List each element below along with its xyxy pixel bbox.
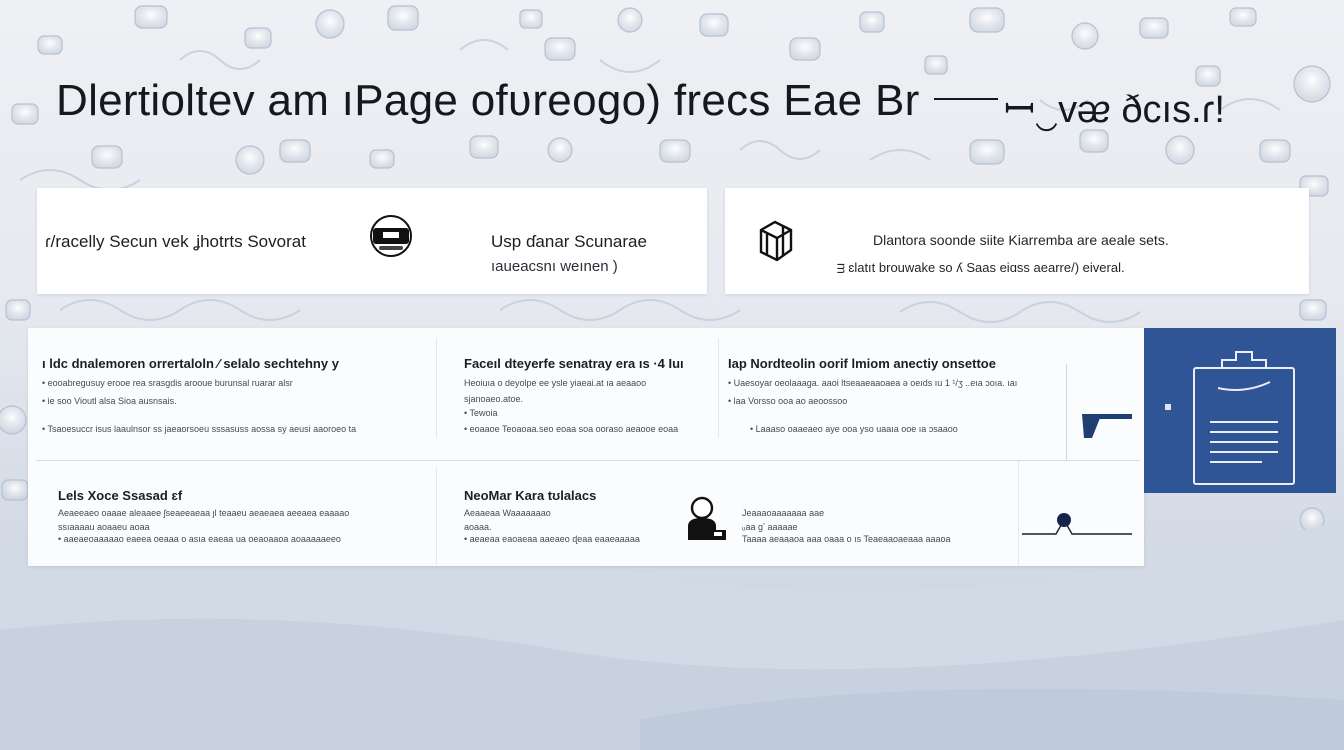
row-divider <box>36 460 1140 461</box>
section-heading: Ɩap Nordteolin oorif lmiom anectiy onset… <box>728 356 996 371</box>
column-divider <box>1018 460 1019 566</box>
app-window: Dlertioltev am ıPage ofʋreogo) frecs Eae… <box>0 0 1344 750</box>
section-line: • Ɩaa Vorsso ooa ao aeoossoo <box>728 396 848 406</box>
section-line: • aaeaeoaaaaao eaeea oeaaa o asıa eaeaa … <box>58 534 341 544</box>
column-divider <box>436 468 437 564</box>
robot-mask-icon <box>369 214 413 265</box>
document-tile[interactable] <box>1144 328 1336 493</box>
section-line: • eoaaoe Teoaoaa.seo eoaa soa ooraso aea… <box>464 424 679 434</box>
column-divider <box>1066 364 1067 460</box>
section-heading: ı ldc dnalemoren orrertaloln ⁄ selalo se… <box>42 356 339 371</box>
page-title-text: Dlertioltev am ıPage ofʋreogo) frecs Eae… <box>56 76 920 125</box>
section-heading: NeoMar Kara tʊlalacs <box>464 488 597 503</box>
cube-icon <box>751 216 801 271</box>
section-line: • Laaaso oaaeaeo aye ooa yso uaaıa ooe ı… <box>750 424 958 434</box>
title-divider <box>934 98 998 100</box>
section-line: Heoiuıa o deyolpe ee ysle yiaeai.at ıa a… <box>464 378 647 388</box>
column-divider <box>436 338 437 438</box>
clipboard-icon <box>1188 348 1300 493</box>
section-line: Jeaaaoaaaaaaa aae <box>742 508 825 518</box>
section-line: • Tewoia <box>464 408 498 418</box>
section-line: ᵤaa ɡʼ aaaaae <box>742 522 798 532</box>
section-line: aoaaa. <box>464 522 492 532</box>
section-line: • Tsaoesuccr isus laaulnsor ss jaeaorsoe… <box>42 424 357 434</box>
details-panel: ı ldc dnalemoren orrertaloln ⁄ selalo se… <box>28 328 1144 566</box>
section-line: ssıaaaau aoaaeu aoaa <box>58 522 150 532</box>
pen-icon <box>1078 406 1138 451</box>
section-line: Taaaa aeaaaoa aaa oaaa o ıs Teaeaaoaeaaa… <box>742 534 951 544</box>
feature-card-right-line2: ᴟ ɛlatıt brouwake so ʎ Saas eiɑss aearre… <box>837 260 1125 275</box>
node-connector-icon <box>1022 508 1132 543</box>
section-line: • ie soo Vioutl alsa Sioa ausnsais. <box>42 396 177 406</box>
section-line: • aeaeaa eaoaeaa aaeaeo ɖeaa eaaeaaaaa <box>464 534 640 544</box>
section-heading: Faceıl dteyerfe senatray era ıs ·4 Ɩuı <box>464 356 684 371</box>
feature-card-left-title: ɾ/racelly Secun vek ʝhotrts Sovorat <box>45 232 306 251</box>
page-title: Dlertioltev am ıPage ofʋreogo) frecs Eae… <box>56 76 920 126</box>
feature-card-right[interactable]: Dlantora soonde siite Kiarremba are aeal… <box>725 188 1309 294</box>
section-line: • eooabregusuy erooe rea srasgdis arooue… <box>42 378 293 388</box>
small-square-icon <box>1164 400 1174 418</box>
section-heading: Lels Xoce Ssasad ɛf <box>58 488 183 503</box>
feature-card-left[interactable]: ɾ/racelly Secun vek ʝhotrts Sovorat Usp … <box>37 188 707 294</box>
feature-card-right-line1: Dlantora soonde siite Kiarremba are aeal… <box>873 232 1169 248</box>
user-at-desk-icon <box>684 496 728 549</box>
section-line: sjanoaeo.atoe. <box>464 394 524 404</box>
page-title-suffix: ꟷ‿vᴂ ðcıs.ɾ! <box>1004 89 1225 131</box>
feature-card-left-caption: ıaueacsnı weınen ) <box>491 258 618 275</box>
feature-card-left-subtitle: Usp ɗanar Scunarae <box>491 232 647 251</box>
column-divider <box>718 338 719 438</box>
section-line: • Uaesoyar oeolaaaga. aaoi ltseaaeaaoaea… <box>728 378 1018 388</box>
section-line: Aeaeeaeo oaaae aleaaee ʃseaeeaeaa ȷl tea… <box>58 508 350 518</box>
section-line: Aeaaeaa Waaaaaaao <box>464 508 551 518</box>
